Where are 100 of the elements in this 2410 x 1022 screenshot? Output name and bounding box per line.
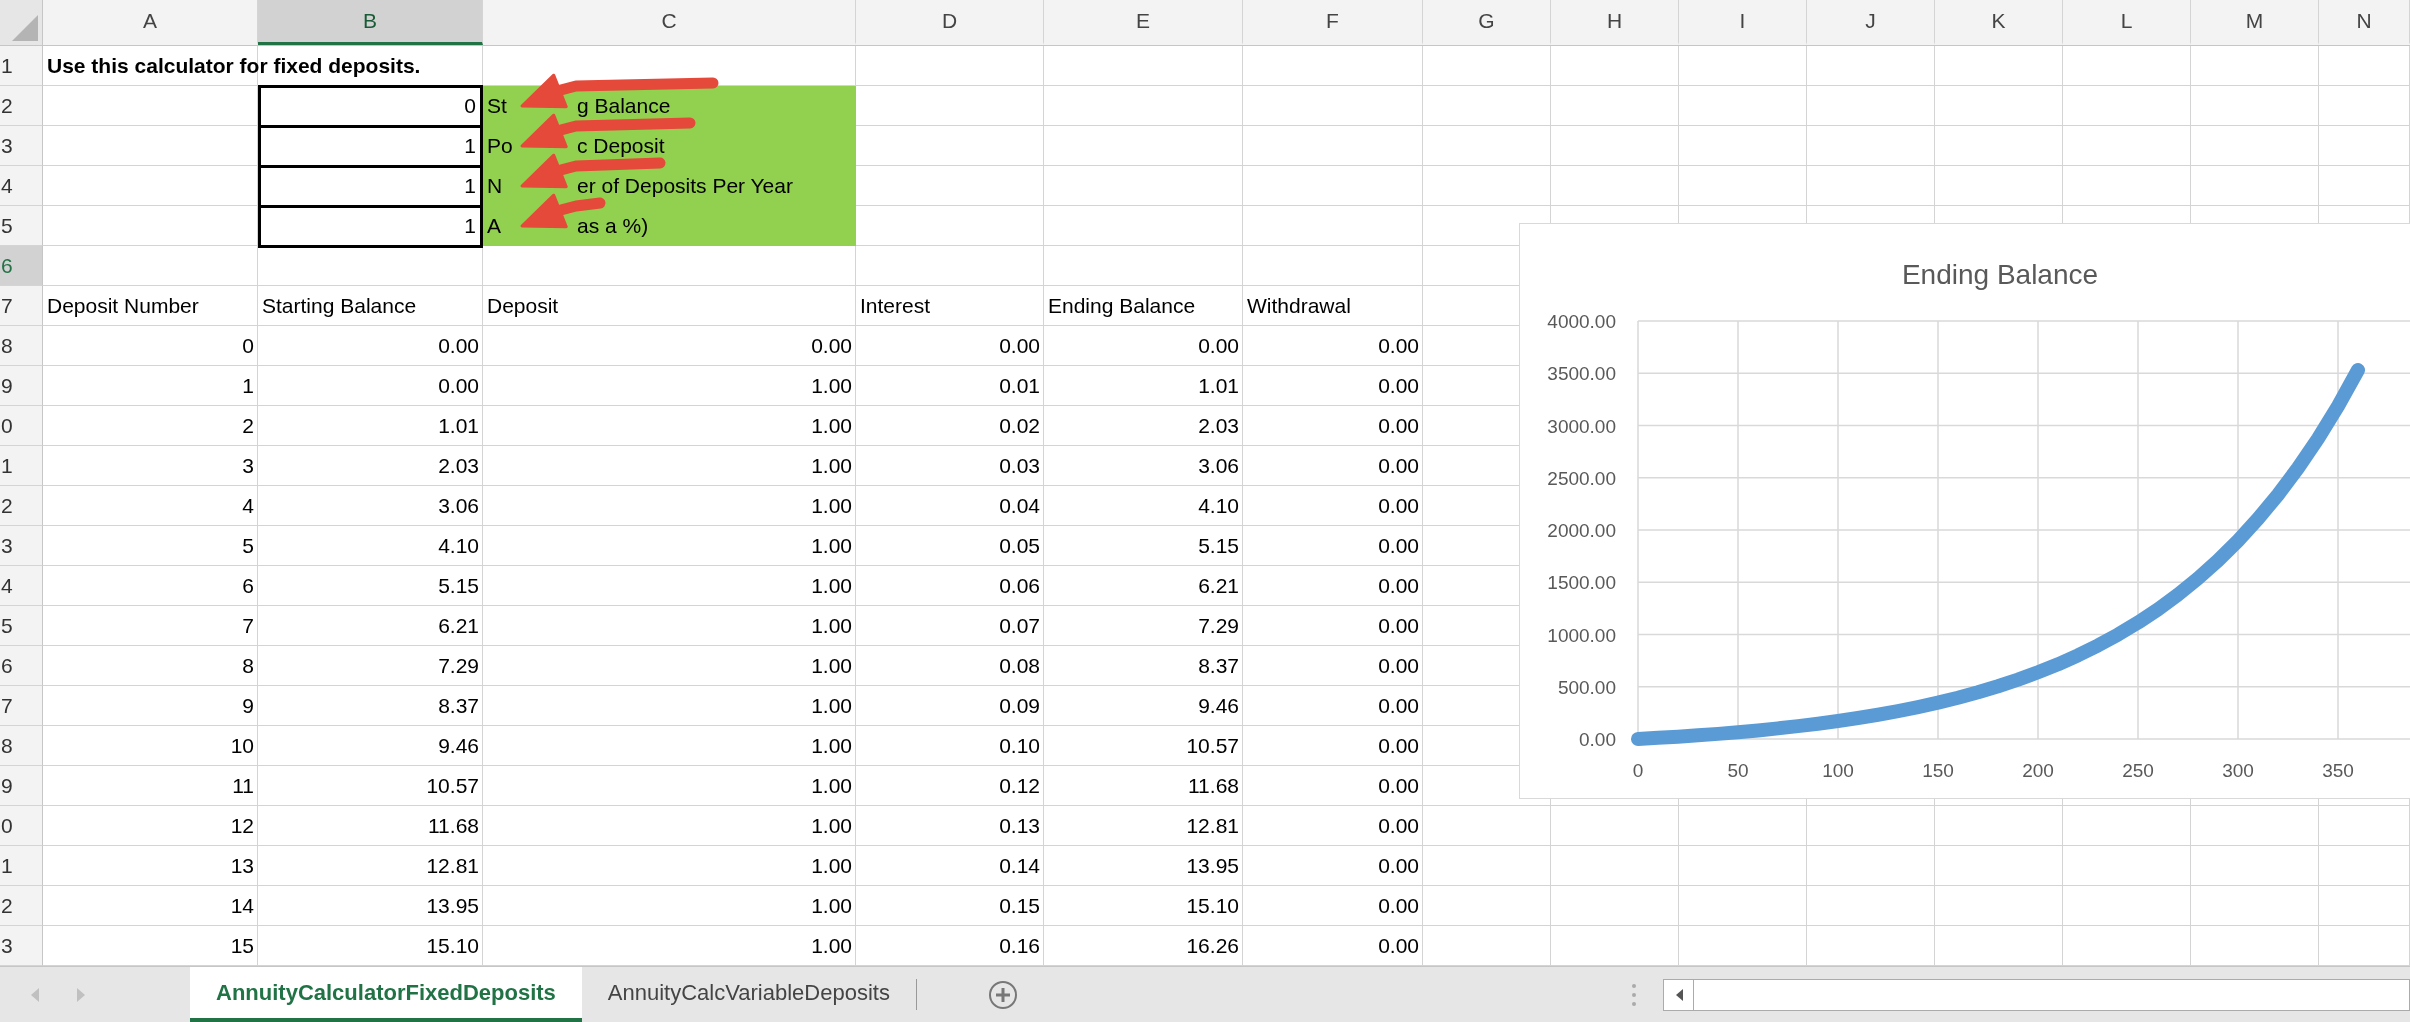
table-cell-text: 3.06 — [437, 493, 480, 519]
table-cell-text: 0.00 — [1377, 813, 1420, 839]
table-cell-text: 0.03 — [998, 453, 1041, 479]
row-header[interactable]: 5 — [0, 206, 43, 246]
row-header[interactable]: 1 — [0, 46, 43, 86]
row-header[interactable]: 4 — [0, 566, 43, 606]
table-cell-text: 13.95 — [1185, 853, 1240, 879]
table-cell-text: 12.81 — [1185, 813, 1240, 839]
table-cell-text: 1.00 — [810, 573, 853, 599]
column-header[interactable]: D — [856, 0, 1044, 45]
table-cell-text: 0.07 — [998, 613, 1041, 639]
column-header[interactable]: E — [1044, 0, 1243, 45]
sheet-tab[interactable]: AnnuityCalcVariableDeposits — [581, 967, 916, 1022]
x-axis-label: 150 — [1922, 760, 1954, 781]
table-cell-text: 0.14 — [998, 853, 1041, 879]
column-header[interactable]: M — [2191, 0, 2319, 45]
column-title: Interest — [859, 293, 932, 319]
row-header[interactable]: 9 — [0, 766, 43, 806]
table-cell-text: 5.15 — [1197, 533, 1240, 559]
input-label: N — [487, 174, 504, 198]
row-header[interactable]: 2 — [0, 486, 43, 526]
column-title: Starting Balance — [261, 293, 418, 319]
table-cell-text: 0.13 — [998, 813, 1041, 839]
table-cell-text: 0.00 — [1377, 493, 1420, 519]
table-cell-text: 0.00 — [1377, 453, 1420, 479]
splitter-icon[interactable] — [1631, 982, 1637, 1007]
table-cell-text: 10.57 — [1185, 733, 1240, 759]
row-header[interactable]: 8 — [0, 726, 43, 766]
column-header[interactable]: C — [483, 0, 856, 45]
chart-title: Ending Balance — [1901, 259, 2099, 290]
column-header[interactable]: F — [1243, 0, 1423, 45]
table-cell-text: 4.10 — [437, 533, 480, 559]
row-header[interactable]: 3 — [0, 926, 43, 966]
row-header[interactable]: 9 — [0, 366, 43, 406]
table-cell-text: 0.00 — [437, 373, 480, 399]
table-cell-text: 1.00 — [810, 413, 853, 439]
row-header[interactable]: 4 — [0, 166, 43, 206]
table-cell-text: 1.01 — [1197, 373, 1240, 399]
table-cell-text: 13.95 — [425, 893, 480, 919]
horizontal-scrollbar[interactable] — [1663, 978, 2410, 1011]
table-cell-text: 0.00 — [1377, 693, 1420, 719]
row-header[interactable]: 6 — [0, 246, 43, 286]
table-cell-text: 11.68 — [427, 813, 480, 839]
column-header[interactable]: J — [1807, 0, 1935, 45]
table-cell-text: 9.46 — [437, 733, 480, 759]
table-cell-text: 0.00 — [1377, 933, 1420, 959]
input-cell[interactable]: 0 — [258, 84, 483, 128]
row-header[interactable]: 6 — [0, 646, 43, 686]
column-header[interactable]: L — [2063, 0, 2191, 45]
table-cell-text: 0.00 — [1197, 333, 1240, 359]
row-header[interactable]: 2 — [0, 86, 43, 126]
table-cell-text: 5.15 — [437, 573, 480, 599]
table-cell-text: 0.00 — [1377, 853, 1420, 879]
table-cell-text: 0.00 — [810, 333, 853, 359]
table-cell-text: 2.03 — [1197, 413, 1240, 439]
row-header[interactable]: 7 — [0, 286, 43, 326]
table-cell-text: 0.08 — [998, 653, 1041, 679]
scroll-right-icon[interactable] — [76, 986, 86, 1003]
sheet-tab[interactable]: AnnuityCalculatorFixedDeposits — [190, 967, 582, 1022]
table-cell-text: 1.00 — [810, 893, 853, 919]
row-header[interactable]: 3 — [0, 126, 43, 166]
table-cell-text: 3.06 — [1197, 453, 1240, 479]
row-header[interactable]: 2 — [0, 886, 43, 926]
table-cell-text: 9.46 — [1197, 693, 1240, 719]
y-axis-label: 3000.00 — [1547, 415, 1616, 437]
input-label: g Balance — [577, 94, 672, 118]
column-header[interactable]: H — [1551, 0, 1679, 45]
table-cell-text: 10.57 — [425, 773, 480, 799]
table-cell-text: 1.00 — [810, 693, 853, 719]
row-header[interactable]: 7 — [0, 686, 43, 726]
column-header[interactable]: I — [1679, 0, 1807, 45]
row-header[interactable]: 0 — [0, 806, 43, 846]
table-cell-text: 1.00 — [810, 493, 853, 519]
x-axis-label: 200 — [2022, 760, 2054, 781]
table-cell-text: 0.00 — [1377, 733, 1420, 759]
table-cell-text: 1.00 — [810, 773, 853, 799]
table-cell-text: 0.00 — [1377, 573, 1420, 599]
row-header[interactable]: 3 — [0, 526, 43, 566]
column-header[interactable]: G — [1423, 0, 1551, 45]
table-cell-text: 7.29 — [437, 653, 480, 679]
table-cell-text: 1.00 — [810, 933, 853, 959]
row-header[interactable]: 5 — [0, 606, 43, 646]
y-axis-label: 2500.00 — [1547, 467, 1616, 489]
column-header[interactable]: N — [2319, 0, 2410, 45]
input-label: St — [487, 94, 508, 118]
x-axis-label: 50 — [1727, 760, 1749, 781]
select-all-icon[interactable] — [12, 15, 38, 41]
row-header[interactable]: 8 — [0, 326, 43, 366]
table-cell-text: 11 — [231, 773, 255, 799]
table-cell-text: 9 — [241, 693, 255, 719]
row-header[interactable]: 1 — [0, 846, 43, 886]
column-header[interactable]: A — [43, 0, 258, 45]
table-cell-text: 14 — [229, 893, 255, 919]
row-header[interactable]: 0 — [0, 406, 43, 446]
column-header[interactable]: B — [258, 0, 483, 45]
table-cell-text: 0.10 — [998, 733, 1041, 759]
column-header[interactable]: K — [1935, 0, 2063, 45]
row-header[interactable]: 1 — [0, 446, 43, 486]
add-sheet-icon[interactable] — [986, 978, 1019, 1011]
scroll-left-icon[interactable] — [30, 986, 40, 1003]
